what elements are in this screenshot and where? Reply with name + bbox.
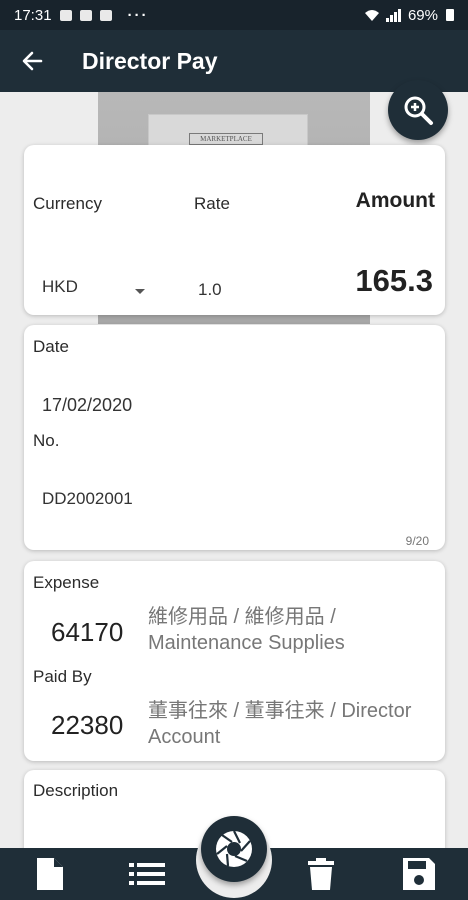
number-field[interactable]: DD2002001 xyxy=(42,489,133,509)
rate-label: Rate xyxy=(194,194,230,213)
page-title: Director Pay xyxy=(82,47,218,74)
expense-code[interactable]: 64170 xyxy=(51,617,123,648)
document-button[interactable] xyxy=(24,848,76,900)
amount-card: Currency Rate Amount HKD 1.0 165.3 xyxy=(24,145,445,315)
document-icon xyxy=(37,858,63,890)
wifi-icon xyxy=(364,9,379,21)
back-button[interactable] xyxy=(0,30,64,92)
rate-input[interactable]: 1.0 xyxy=(198,280,222,300)
battery-percent: 69% xyxy=(407,6,438,24)
character-counter: 9/20 xyxy=(405,534,429,548)
save-icon xyxy=(403,858,435,890)
currency-select[interactable]: HKD xyxy=(42,277,78,297)
currency-dropdown[interactable] xyxy=(134,283,146,301)
camera-shutter-icon xyxy=(216,830,252,867)
gallery-notification-icon xyxy=(59,9,72,21)
camera-button[interactable] xyxy=(201,816,267,882)
arrow-left-icon xyxy=(22,51,43,71)
app-bar: Director Pay xyxy=(0,30,468,92)
amount-input[interactable]: 165.3 xyxy=(355,263,433,299)
zoom-in-button[interactable] xyxy=(388,80,448,140)
paid-by-code[interactable]: 22380 xyxy=(51,710,123,741)
description-label: Description xyxy=(33,781,119,800)
dropdown-arrow-icon xyxy=(135,289,145,294)
expense-description[interactable]: 維修用品 / 維修用品 / Maintenance Supplies xyxy=(148,604,438,656)
account-card: Expense 64170 維修用品 / 維修用品 / Maintenance … xyxy=(24,561,445,761)
battery-icon xyxy=(446,9,454,21)
date-field[interactable]: 17/02/2020 xyxy=(42,395,132,416)
status-time: 17:31 xyxy=(14,6,52,24)
paid-by-label: Paid By xyxy=(33,667,92,686)
number-label: No. xyxy=(33,431,60,450)
paid-by-description[interactable]: 董事往來 / 董事往来 / Director Account xyxy=(148,698,438,750)
delete-button[interactable] xyxy=(295,848,347,900)
expense-label: Expense xyxy=(33,573,100,592)
list-button[interactable] xyxy=(121,848,173,900)
list-icon xyxy=(129,863,165,885)
zoom-in-icon xyxy=(404,96,433,125)
date-card: Date 17/02/2020 No. DD2002001 9/20 xyxy=(24,325,445,550)
chat-notification-icon xyxy=(99,9,112,21)
signal-icon xyxy=(385,8,401,22)
date-label: Date xyxy=(33,337,69,356)
currency-label: Currency xyxy=(33,194,102,213)
save-button[interactable] xyxy=(393,848,445,900)
app-notification-icon xyxy=(79,9,92,21)
screen: 17:31 ··· 69% Director Pay MARKETPLACE C… xyxy=(0,0,468,900)
more-notifications-icon: ··· xyxy=(127,6,149,24)
status-bar: 17:31 ··· 69% xyxy=(0,0,468,30)
amount-label: Amount xyxy=(355,189,435,212)
trash-icon xyxy=(308,858,334,890)
receipt-logo: MARKETPLACE xyxy=(189,133,263,145)
